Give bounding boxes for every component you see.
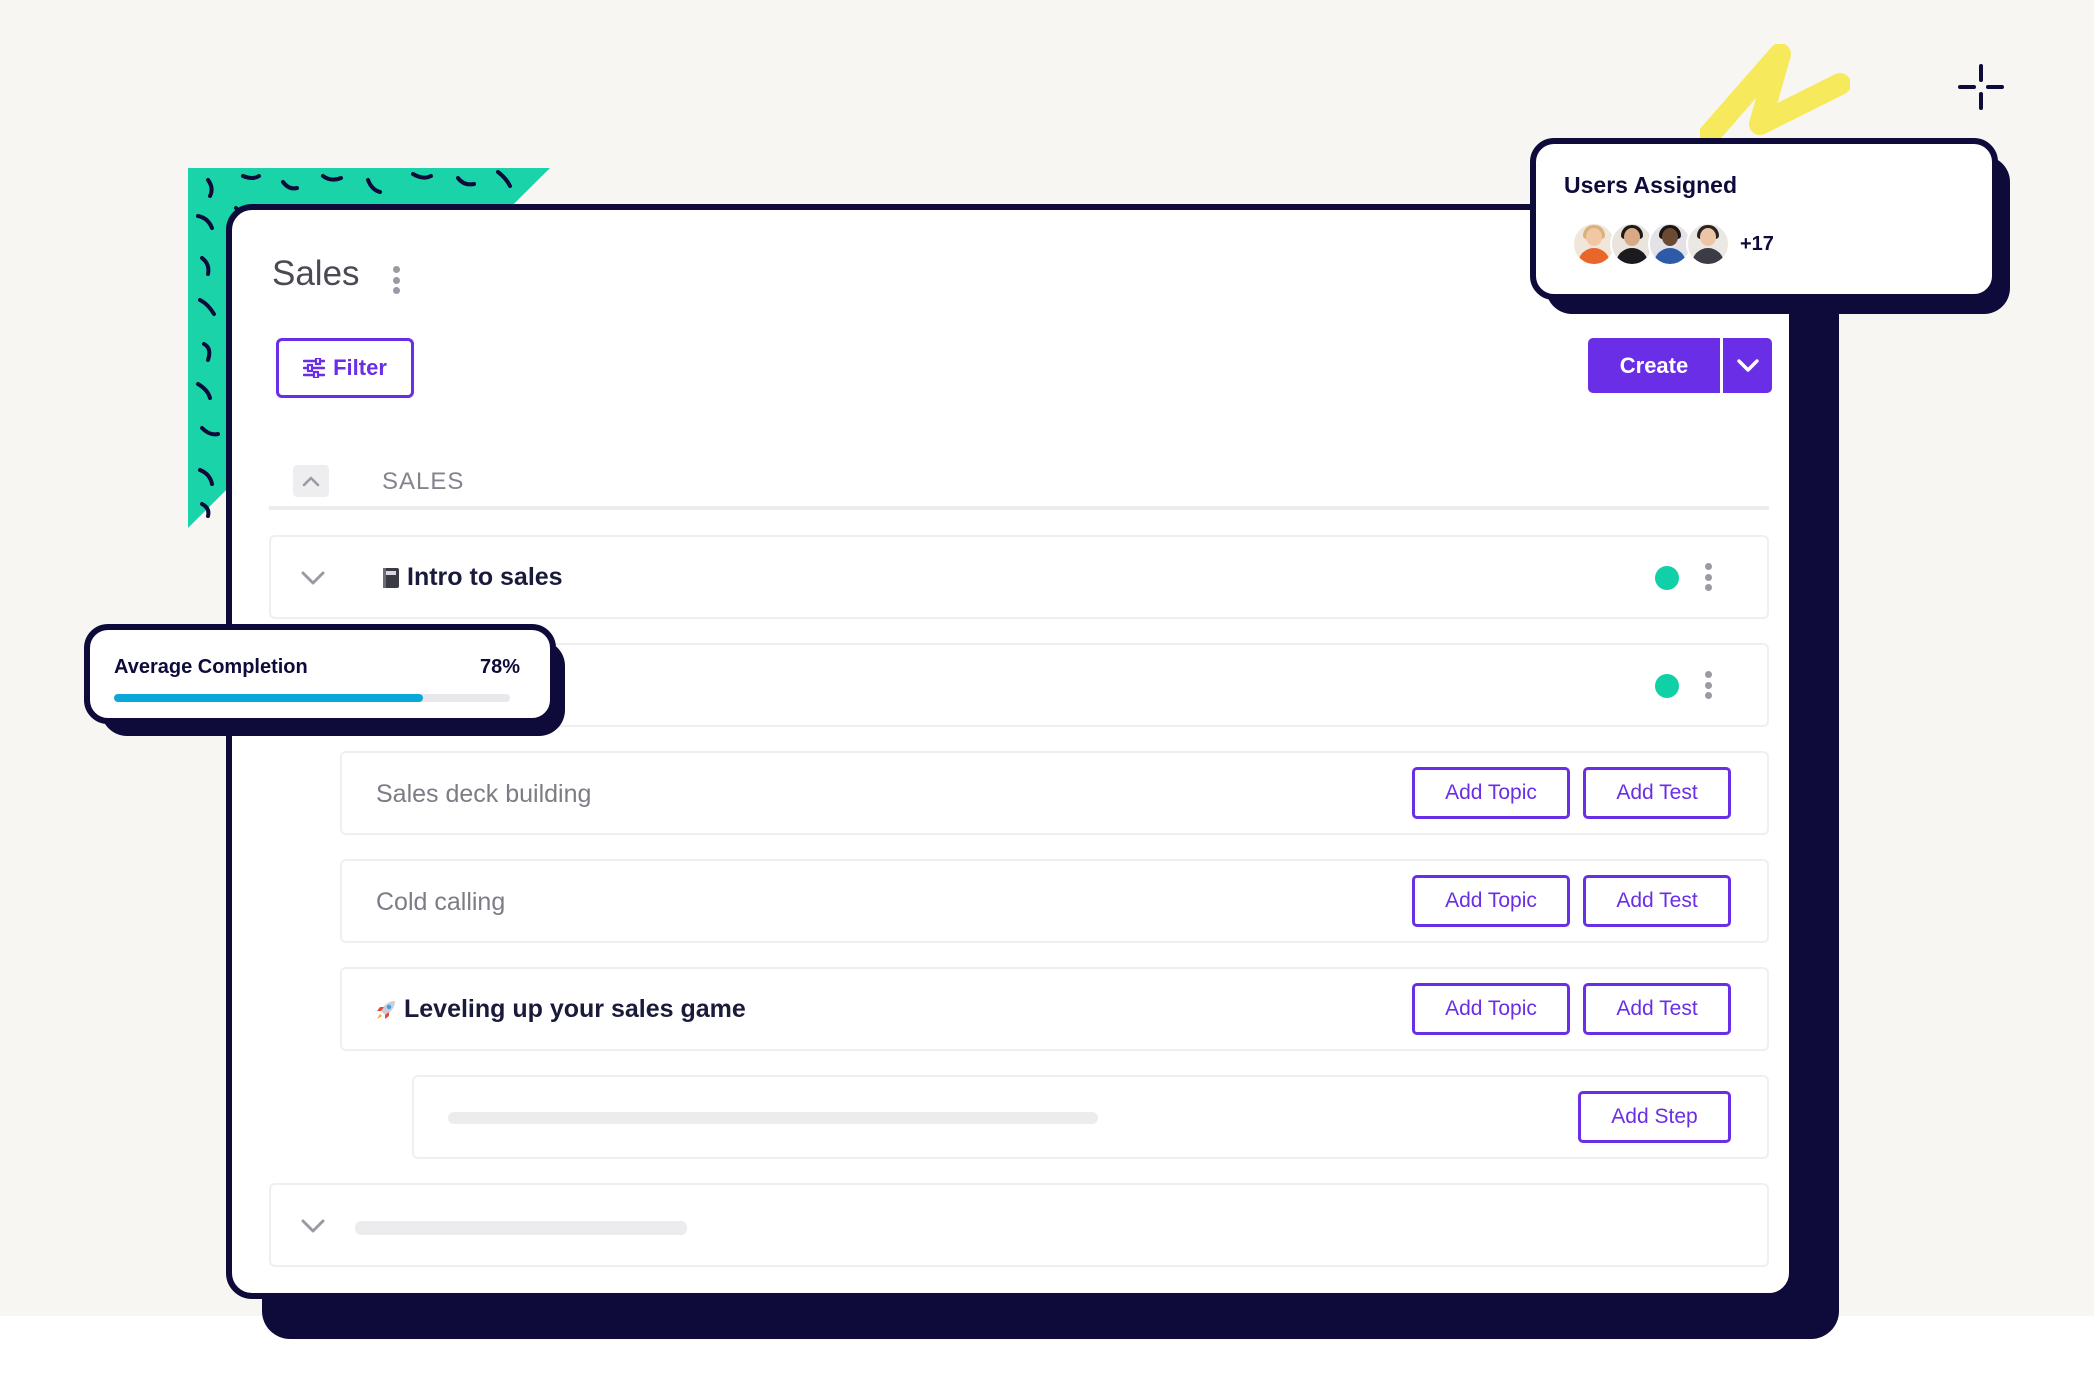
add-test-button[interactable]: Add Test [1583, 767, 1731, 819]
add-topic-button[interactable]: Add Topic [1412, 983, 1570, 1035]
list-item[interactable]: Cold calling Add Topic Add Test [340, 859, 1769, 943]
section-divider [269, 506, 1769, 510]
row-title: Sales deck building [376, 780, 592, 808]
filter-button[interactable]: Filter [276, 338, 414, 398]
page-title: Sales [272, 254, 360, 293]
avatar-group: +17 [1572, 222, 1774, 266]
list-item[interactable]: Add Step [412, 1075, 1769, 1159]
completion-progress-fill [114, 694, 423, 702]
add-topic-button[interactable]: Add Topic [1412, 767, 1570, 819]
section-collapse-button[interactable] [293, 465, 329, 497]
row-title: Cold calling [376, 888, 506, 916]
notebook-icon [383, 567, 399, 588]
row-menu-button[interactable] [1702, 563, 1714, 591]
page-menu-button[interactable] [390, 266, 402, 294]
chevron-up-icon [302, 476, 320, 486]
average-completion-label: Average Completion [114, 656, 308, 678]
status-indicator [1655, 674, 1679, 698]
placeholder-bar [355, 1221, 687, 1235]
create-button-group: Create [1588, 338, 1772, 393]
average-completion-percent: 78% [479, 656, 520, 678]
row-title: Leveling up your sales game [404, 995, 746, 1023]
sparkle-icon [1958, 64, 2004, 110]
chevron-down-icon [1736, 358, 1759, 372]
add-step-button[interactable]: Add Step [1578, 1091, 1731, 1143]
list-item[interactable]: Intro to sales [269, 535, 1769, 619]
row-title: Intro to sales [407, 563, 563, 591]
list-item[interactable] [269, 1183, 1769, 1267]
decorative-scribble [1700, 44, 1850, 144]
list-item[interactable]: Leveling up your sales game Add Topic Ad… [340, 967, 1769, 1051]
users-assigned-title: Users Assigned [1564, 172, 1737, 198]
course-panel: Sales Filter Create SALES Intro to sales… [226, 204, 1795, 1299]
add-topic-button[interactable]: Add Topic [1412, 875, 1570, 927]
create-button[interactable]: Create [1588, 338, 1720, 393]
users-assigned-card: Users Assigned +17 [1530, 138, 1998, 300]
completion-progress-bar [114, 694, 510, 702]
chevron-down-icon[interactable] [301, 1219, 325, 1234]
placeholder-bar [448, 1112, 1098, 1124]
status-indicator [1655, 566, 1679, 590]
chevron-down-icon[interactable] [301, 571, 325, 586]
row-menu-button[interactable] [1702, 671, 1714, 699]
filter-icon [303, 358, 326, 378]
rocket-icon [377, 1000, 395, 1019]
section-label: SALES [382, 468, 465, 495]
more-users-count[interactable]: +17 [1740, 233, 1774, 256]
filter-label: Filter [333, 355, 387, 380]
avatar[interactable] [1686, 222, 1730, 266]
add-test-button[interactable]: Add Test [1583, 983, 1731, 1035]
create-dropdown-button[interactable] [1723, 338, 1772, 393]
average-completion-card: Average Completion 78% [84, 624, 556, 724]
add-test-button[interactable]: Add Test [1583, 875, 1731, 927]
list-item[interactable]: Sales deck building Add Topic Add Test [340, 751, 1769, 835]
